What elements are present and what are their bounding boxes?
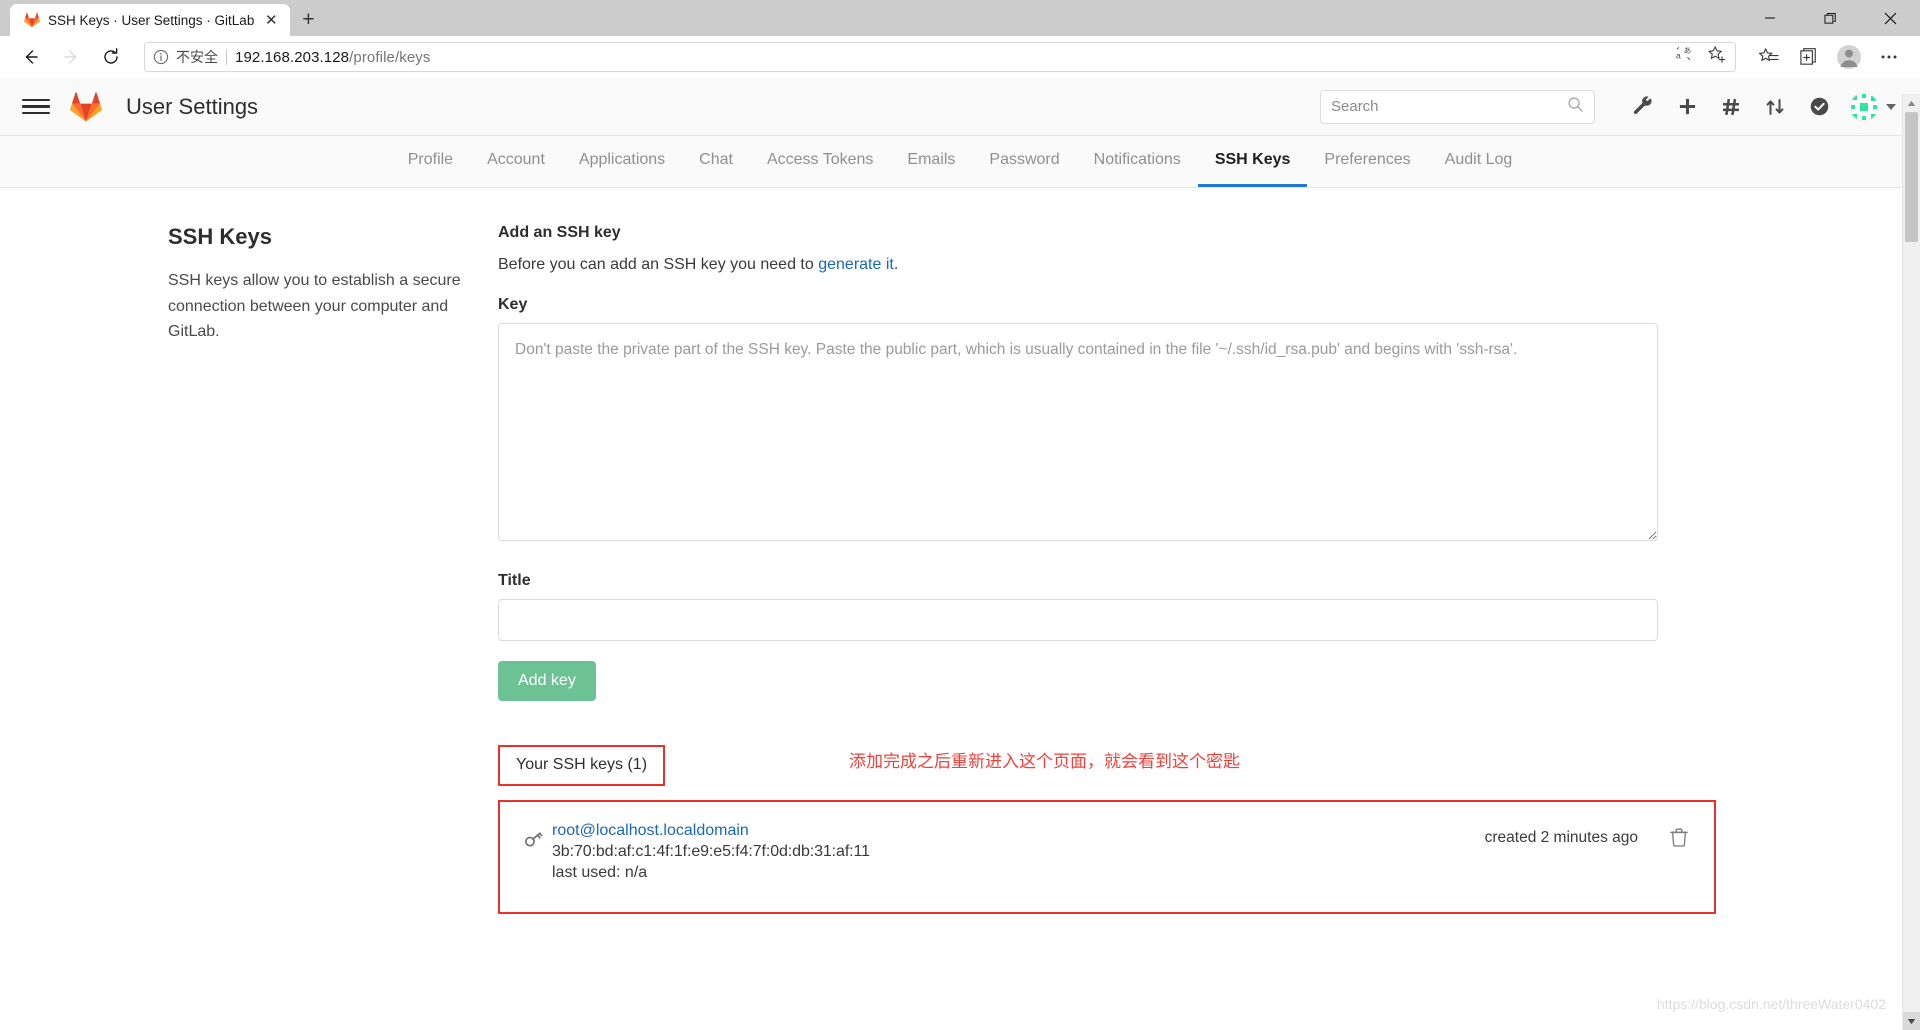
page-scrollbar[interactable]	[1902, 94, 1920, 1030]
search-box[interactable]	[1320, 89, 1595, 124]
url-text: 192.168.203.128/profile/keys	[235, 49, 430, 66]
trash-icon[interactable]	[1670, 828, 1688, 847]
collections-icon[interactable]	[1792, 40, 1826, 74]
chevron-down-icon[interactable]	[1886, 103, 1896, 110]
title-field-label: Title	[498, 572, 531, 589]
todos-check-icon[interactable]	[1797, 87, 1841, 127]
scroll-up-icon[interactable]	[1903, 94, 1920, 112]
your-keys-heading: Your SSH keys (1)	[498, 745, 666, 786]
add-key-heading: Add an SSH key	[498, 224, 621, 241]
generate-hint: Before you can add an SSH key you need t…	[498, 256, 1658, 274]
add-favorite-icon[interactable]	[1707, 45, 1727, 70]
chinese-annotation: 添加完成之后重新进入这个页面，就会看到这个密匙	[849, 752, 1241, 771]
new-tab-button[interactable]: +	[290, 4, 326, 36]
maximize-icon[interactable]	[1800, 0, 1860, 36]
more-options-icon[interactable]	[1872, 40, 1906, 74]
user-avatar-menu[interactable]	[1849, 91, 1896, 122]
search-icon	[1567, 96, 1584, 118]
favorites-hub-icon[interactable]	[1752, 40, 1786, 74]
address-bar-icons: a あ	[1676, 45, 1727, 70]
tab-chat[interactable]: Chat	[682, 136, 750, 187]
svg-text:あ: あ	[1684, 46, 1692, 55]
issues-hash-icon[interactable]	[1709, 87, 1753, 127]
tab-access-tokens[interactable]: Access Tokens	[750, 136, 890, 187]
scroll-down-icon[interactable]	[1903, 1012, 1920, 1030]
watermark: https://blog.csdn.net/threeWater0402	[1656, 996, 1886, 1012]
browser-toolbar-right	[1752, 40, 1906, 74]
key-icon	[522, 822, 552, 855]
gitlab-favicon-icon	[24, 12, 40, 28]
gitlab-logo-icon[interactable]	[70, 91, 104, 123]
merge-requests-icon[interactable]	[1753, 87, 1797, 127]
tab-emails[interactable]: Emails	[890, 136, 972, 187]
generate-hint-text: Before you can add an SSH key you need t…	[498, 256, 819, 273]
avatar	[1849, 91, 1879, 122]
address-divider	[226, 49, 227, 65]
key-meta: created 2 minutes ago	[1485, 822, 1688, 847]
key-input[interactable]	[498, 323, 1658, 541]
tab-title: SSH Keys · User Settings · GitLab	[48, 12, 255, 28]
scrollbar-thumb[interactable]	[1905, 112, 1918, 242]
back-icon[interactable]	[14, 40, 48, 74]
tab-strip: SSH Keys · User Settings · GitLab ✕ +	[0, 4, 326, 36]
url-path: /profile/keys	[349, 48, 431, 66]
generate-it-link[interactable]: generate it	[818, 256, 894, 273]
tab-audit-log[interactable]: Audit Log	[1428, 136, 1530, 187]
settings-subnav: Profile Account Applications Chat Access…	[0, 136, 1920, 188]
url-host: 192.168.203.128	[235, 48, 350, 66]
security-text: 不安全	[176, 49, 218, 65]
security-indicator[interactable]: 不安全	[153, 47, 218, 67]
profile-icon[interactable]	[1832, 40, 1866, 74]
window-close-icon[interactable]	[1860, 0, 1920, 36]
forward-icon[interactable]	[54, 40, 88, 74]
browser-toolbar: 不安全 192.168.203.128/profile/keys a あ	[0, 36, 1920, 78]
key-last-used: last used: n/a	[552, 864, 648, 881]
admin-wrench-icon[interactable]	[1621, 87, 1665, 127]
key-field-label: Key	[498, 296, 528, 313]
key-fingerprint: 3b:70:bd:af:c1:4f:1f:e9:e5:f4:7f:0d:db:3…	[552, 843, 870, 860]
ssh-keys-main: Add an SSH key Before you can add an SSH…	[498, 224, 1716, 1030]
page-title: User Settings	[126, 93, 259, 119]
svg-text:a: a	[1676, 50, 1681, 60]
sidebar-description: SSH keys allow you to establish a secure…	[168, 272, 461, 341]
browser-tab[interactable]: SSH Keys · User Settings · GitLab ✕	[10, 4, 291, 36]
gitlab-header-actions	[1320, 87, 1896, 127]
tab-applications[interactable]: Applications	[562, 136, 682, 187]
gitlab-header: User Settings	[0, 78, 1920, 136]
ssh-keys-sidebar: SSH Keys SSH keys allow you to establish…	[168, 224, 498, 1030]
tab-password[interactable]: Password	[972, 136, 1076, 187]
new-plus-icon[interactable]	[1665, 87, 1709, 127]
your-keys-header: Your SSH keys (1) 添加完成之后重新进入这个页面，就会看到这个密…	[498, 745, 1658, 786]
search-input[interactable]	[1331, 98, 1567, 115]
reload-icon[interactable]	[94, 40, 128, 74]
window-controls	[1740, 0, 1920, 36]
add-key-button[interactable]: Add key	[498, 661, 596, 701]
page-body: SSH Keys SSH keys allow you to establish…	[0, 188, 1920, 1030]
key-details: root@localhost.localdomain 3b:70:bd:af:c…	[552, 822, 1485, 882]
browser-titlebar: SSH Keys · User Settings · GitLab ✕ +	[0, 0, 1920, 36]
key-created-timestamp: created 2 minutes ago	[1484, 828, 1638, 846]
tab-notifications[interactable]: Notifications	[1077, 136, 1198, 187]
tab-profile[interactable]: Profile	[391, 136, 470, 187]
key-title-link[interactable]: root@localhost.localdomain	[552, 822, 749, 840]
tab-ssh-keys[interactable]: SSH Keys	[1197, 136, 1308, 187]
address-bar[interactable]: 不安全 192.168.203.128/profile/keys a あ	[144, 42, 1736, 72]
list-item[interactable]: root@localhost.localdomain 3b:70:bd:af:c…	[500, 802, 1714, 912]
tab-preferences[interactable]: Preferences	[1307, 136, 1427, 187]
hamburger-menu-icon[interactable]	[22, 98, 50, 115]
title-input[interactable]	[498, 599, 1658, 641]
minimize-icon[interactable]	[1740, 0, 1800, 36]
generate-hint-period: .	[893, 256, 899, 273]
info-icon	[153, 49, 169, 65]
close-icon[interactable]: ✕	[262, 11, 280, 29]
tab-account[interactable]: Account	[470, 136, 562, 187]
sidebar-heading: SSH Keys	[168, 224, 272, 249]
ssh-keys-list: root@localhost.localdomain 3b:70:bd:af:c…	[498, 800, 1716, 914]
content-wrapper: SSH Keys SSH keys allow you to establish…	[168, 224, 1808, 1030]
translate-icon[interactable]: a あ	[1676, 45, 1695, 69]
